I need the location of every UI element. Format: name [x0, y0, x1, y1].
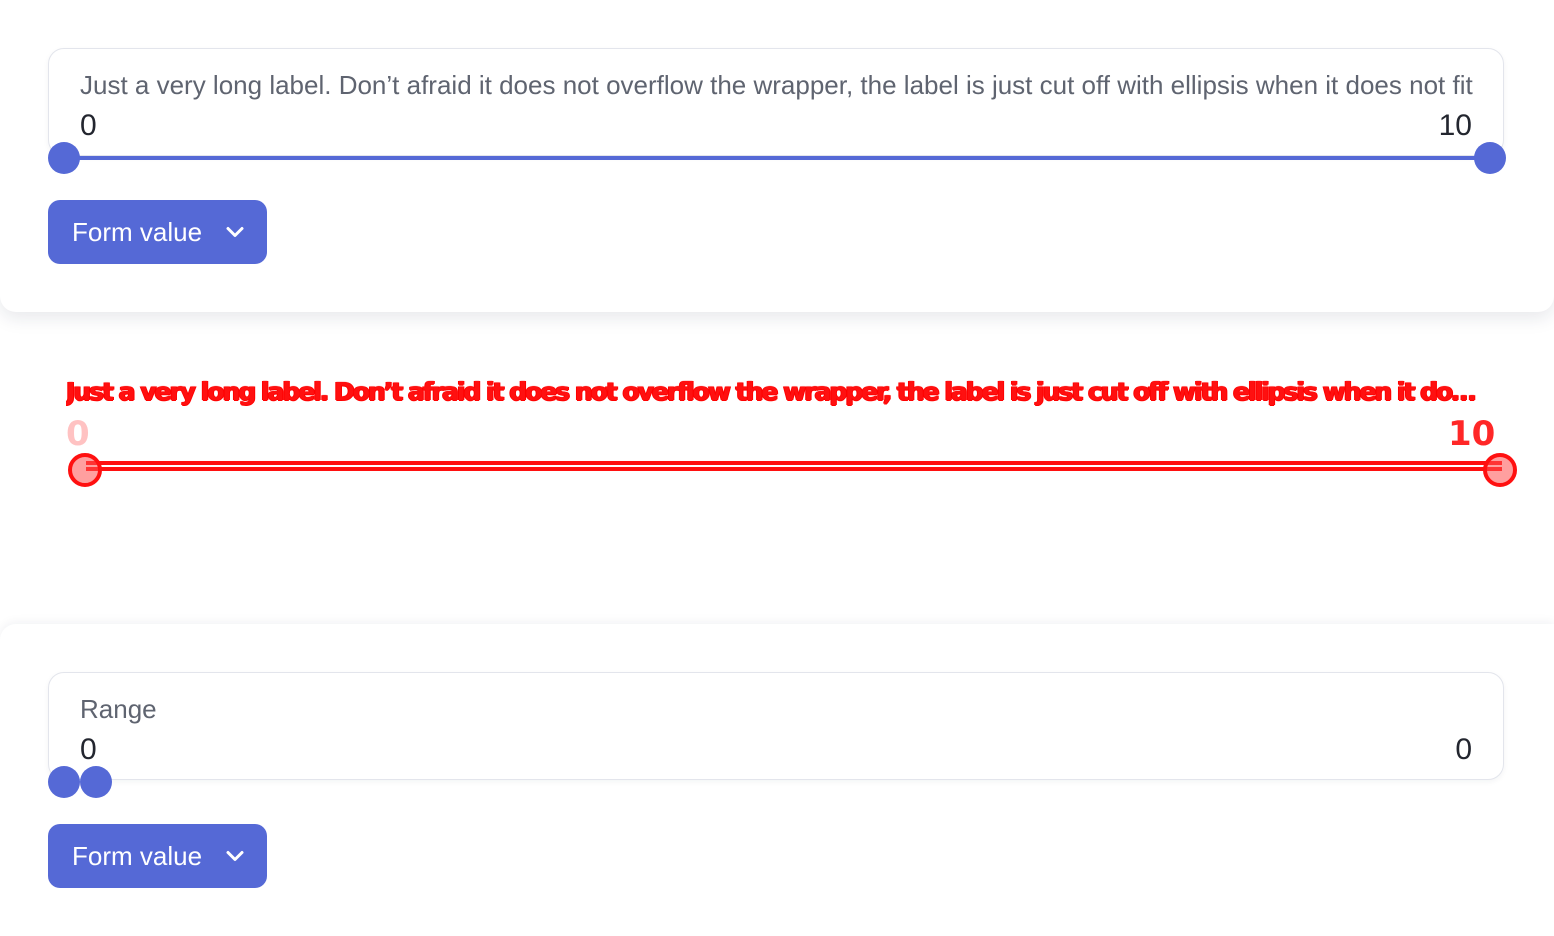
range-thumb-max[interactable] — [1474, 142, 1506, 174]
chevron-down-icon — [223, 220, 247, 244]
range-thumb-max[interactable] — [80, 766, 112, 798]
overlay-range-label: Just a very long label. Don’t afraid it … — [66, 377, 1488, 406]
range-field-card: Just a very long label. Don’t afraid it … — [48, 48, 1504, 156]
overlay-range-max-value: 10 — [1448, 414, 1496, 454]
form-value-dropdown-button[interactable]: Form value — [48, 824, 267, 888]
overlay-thumb-max — [1483, 453, 1517, 487]
range-min-value: 0 — [80, 733, 97, 766]
range-min-value: 0 — [80, 109, 97, 142]
range-field-label: Range — [80, 694, 157, 724]
range-field-label: Just a very long label. Don’t afraid it … — [80, 70, 1473, 100]
range-track-selected[interactable] — [64, 156, 1490, 160]
range-thumb-min[interactable] — [48, 142, 80, 174]
range-max-value: 10 — [1438, 109, 1472, 142]
range-slider-panel-top: Just a very long label. Don’t afraid it … — [0, 0, 1554, 312]
range-thumb-min[interactable] — [48, 766, 80, 798]
overlay-range-min-value: 0 — [66, 414, 90, 454]
range-field-card: Range 0 0 — [48, 672, 1504, 780]
chevron-down-icon — [223, 844, 247, 868]
form-value-button-label: Form value — [72, 216, 203, 247]
form-value-dropdown-button[interactable]: Form value — [48, 200, 267, 264]
range-max-value: 0 — [1455, 733, 1472, 766]
range-slider-panel-bottom: Range 0 0 Form value — [0, 624, 1554, 936]
overlay-thumb-min — [68, 453, 102, 487]
form-value-button-label: Form value — [72, 840, 203, 871]
overlay-range-track — [86, 461, 1502, 471]
